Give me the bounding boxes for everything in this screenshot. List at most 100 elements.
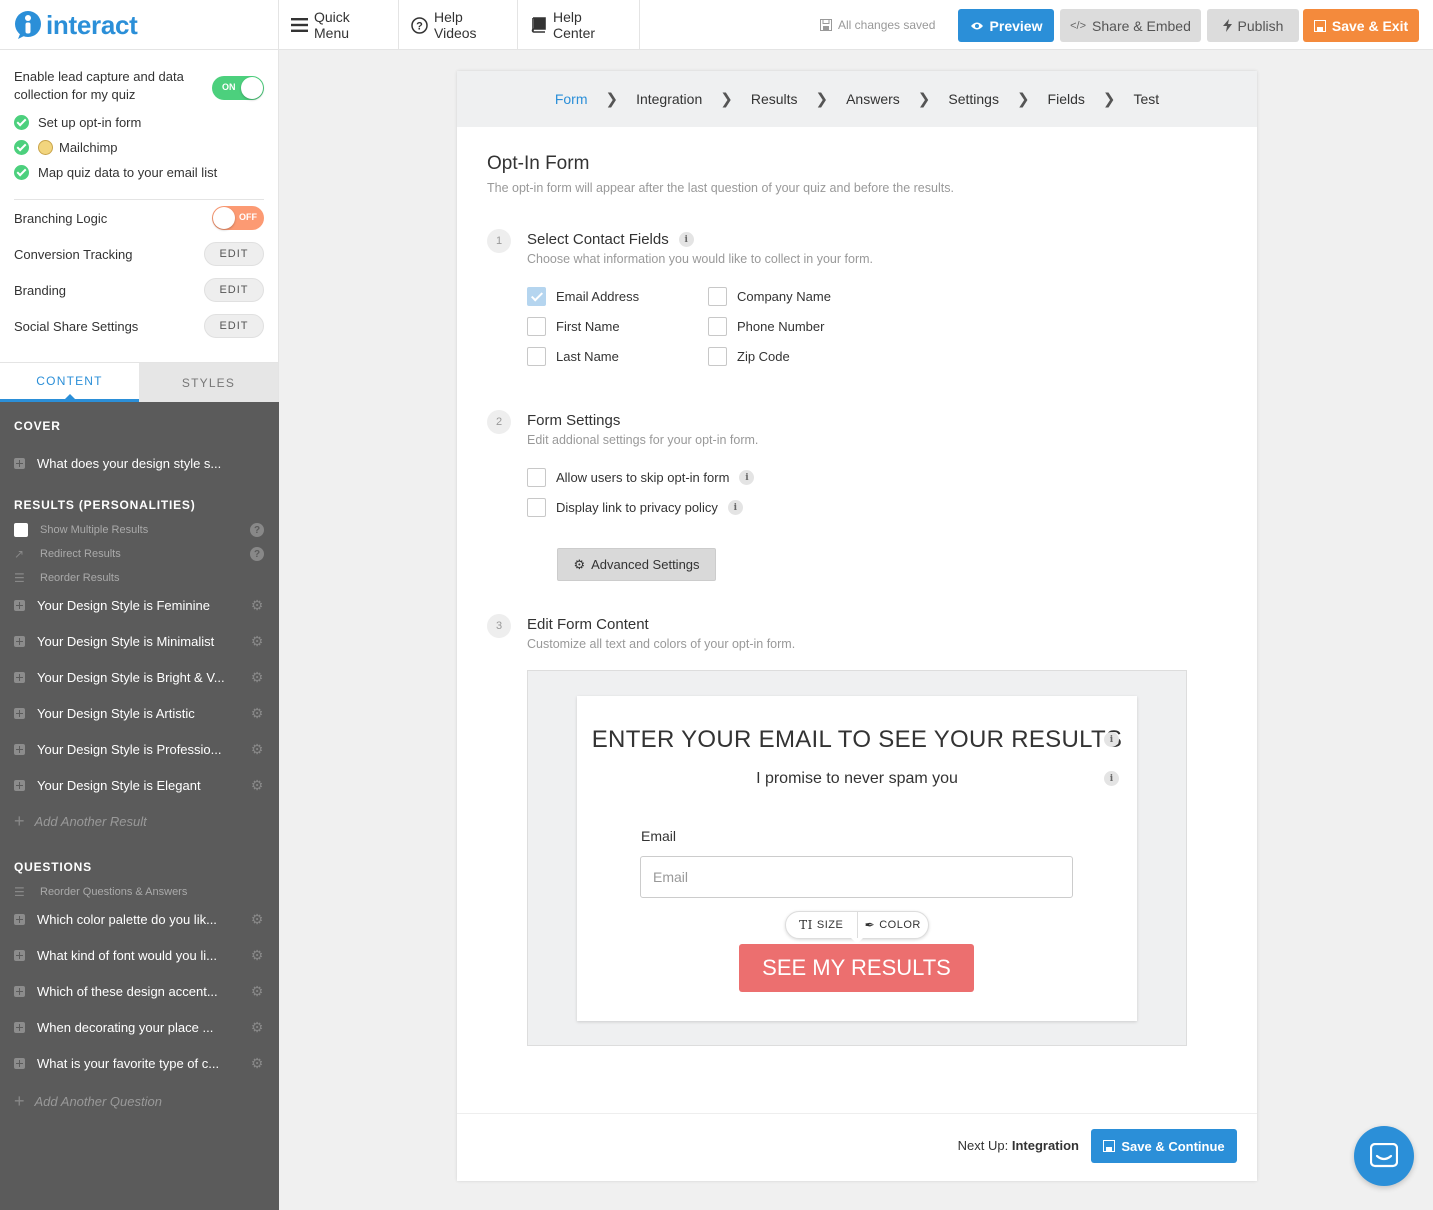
help-icon[interactable]: ? bbox=[250, 523, 264, 537]
save-status: All changes saved bbox=[820, 0, 935, 50]
checkbox-label: Allow users to skip opt-in form bbox=[556, 470, 730, 485]
conversion-tracking-row: Conversion Tracking EDIT bbox=[14, 236, 264, 272]
redirect-results-option[interactable]: ↗ Redirect Results ? bbox=[14, 542, 264, 566]
email-input[interactable] bbox=[640, 856, 1073, 898]
field-last-name-checkbox[interactable]: Last Name bbox=[527, 347, 619, 366]
publish-button[interactable]: Publish bbox=[1207, 9, 1299, 42]
quick-menu-button[interactable]: Quick Menu bbox=[279, 0, 399, 50]
lead-capture-toggle[interactable]: ON bbox=[212, 76, 264, 100]
interact-logo-icon bbox=[15, 11, 41, 39]
add-result-button[interactable]: + Add Another Result bbox=[14, 809, 147, 833]
field-email-checkbox[interactable]: Email Address bbox=[527, 287, 639, 306]
checklist-item[interactable]: Set up opt-in form bbox=[14, 110, 264, 135]
gear-icon[interactable]: ⚙ bbox=[250, 706, 264, 720]
gear-icon[interactable]: ⚙ bbox=[250, 778, 264, 792]
save-continue-button[interactable]: Save & Continue bbox=[1091, 1129, 1237, 1163]
step-test[interactable]: Test bbox=[1133, 91, 1159, 107]
social-share-edit-button[interactable]: EDIT bbox=[204, 314, 264, 338]
gear-icon[interactable]: ⚙ bbox=[250, 1020, 264, 1034]
optin-form-card: ENTER YOUR EMAIL TO SEE YOUR RESULTS i I… bbox=[577, 696, 1137, 1021]
checkbox-box[interactable] bbox=[527, 317, 546, 336]
checkbox-box[interactable] bbox=[527, 347, 546, 366]
step-settings[interactable]: Settings bbox=[948, 91, 999, 107]
outline-item-label: Your Design Style is Professio... bbox=[37, 741, 222, 757]
checkbox-box[interactable] bbox=[708, 287, 727, 306]
tab-styles[interactable]: STYLES bbox=[139, 363, 278, 402]
gear-icon[interactable]: ⚙ bbox=[250, 948, 264, 962]
show-multiple-results-option[interactable]: Show Multiple Results ? bbox=[14, 518, 264, 542]
gear-icon[interactable]: ⚙ bbox=[250, 742, 264, 756]
conversion-tracking-edit-button[interactable]: EDIT bbox=[204, 242, 264, 266]
expand-plus-icon bbox=[14, 1021, 25, 1033]
checkbox-box[interactable] bbox=[527, 468, 546, 487]
result-item[interactable]: Your Design Style is Artistic ⚙ bbox=[14, 695, 264, 731]
info-icon[interactable]: i bbox=[727, 500, 743, 515]
checklist-item[interactable]: Map quiz data to your email list bbox=[14, 160, 264, 185]
gear-icon[interactable]: ⚙ bbox=[250, 634, 264, 648]
question-item[interactable]: When decorating your place ... ⚙ bbox=[14, 1009, 264, 1045]
step-answers[interactable]: Answers bbox=[846, 91, 900, 107]
info-icon[interactable]: i bbox=[1104, 771, 1119, 786]
gear-icon[interactable]: ⚙ bbox=[250, 598, 264, 612]
option-label: Reorder Results bbox=[40, 572, 120, 584]
cover-item[interactable]: What does your design style s... bbox=[14, 445, 264, 481]
setting-label: Conversion Tracking bbox=[14, 246, 133, 262]
result-item[interactable]: Your Design Style is Elegant ⚙ bbox=[14, 767, 264, 803]
share-embed-button[interactable]: </> Share & Embed bbox=[1060, 9, 1201, 42]
optin-heading[interactable]: ENTER YOUR EMAIL TO SEE YOUR RESULTS bbox=[577, 726, 1137, 754]
question-item[interactable]: Which color palette do you lik... ⚙ bbox=[14, 901, 264, 937]
step-results[interactable]: Results bbox=[751, 91, 798, 107]
advanced-settings-button[interactable]: ⚙ Advanced Settings bbox=[557, 548, 716, 581]
step-form[interactable]: Form bbox=[555, 91, 588, 107]
email-label[interactable]: Email bbox=[641, 828, 676, 844]
step-fields[interactable]: Fields bbox=[1048, 91, 1085, 107]
privacy-link-checkbox[interactable]: Display link to privacy policy i bbox=[527, 498, 743, 517]
tab-content[interactable]: CONTENT bbox=[0, 363, 139, 402]
checkbox-box[interactable] bbox=[527, 287, 546, 306]
question-item[interactable]: Which of these design accent... ⚙ bbox=[14, 973, 264, 1009]
info-icon[interactable]: i bbox=[678, 232, 694, 247]
help-videos-button[interactable]: ? Help Videos bbox=[399, 0, 518, 50]
checklist-item[interactable]: Mailchimp bbox=[14, 135, 264, 160]
checkbox-box[interactable] bbox=[708, 347, 727, 366]
option-label: Redirect Results bbox=[40, 548, 121, 560]
preview-button[interactable]: Preview bbox=[958, 9, 1054, 42]
help-icon[interactable]: ? bbox=[250, 547, 264, 561]
help-center-button[interactable]: Help Center bbox=[518, 0, 640, 50]
book-icon bbox=[531, 17, 546, 33]
info-icon[interactable]: i bbox=[739, 470, 755, 485]
checkbox-label: First Name bbox=[556, 319, 620, 334]
field-phone-checkbox[interactable]: Phone Number bbox=[708, 317, 824, 336]
size-tool[interactable]: TI SIZE bbox=[786, 912, 857, 938]
result-item[interactable]: Your Design Style is Professio... ⚙ bbox=[14, 731, 264, 767]
step-integration[interactable]: Integration bbox=[636, 91, 702, 107]
step-navigation: Form ❯ Integration ❯ Results ❯ Answers ❯… bbox=[457, 71, 1257, 127]
add-question-button[interactable]: + Add Another Question bbox=[14, 1089, 162, 1113]
gear-icon[interactable]: ⚙ bbox=[250, 1056, 264, 1070]
checkbox-box[interactable] bbox=[708, 317, 727, 336]
result-item[interactable]: Your Design Style is Minimalist ⚙ bbox=[14, 623, 264, 659]
question-item[interactable]: What is your favorite type of c... ⚙ bbox=[14, 1045, 264, 1081]
checkbox-box[interactable] bbox=[527, 498, 546, 517]
save-exit-button[interactable]: Save & Exit bbox=[1303, 9, 1419, 42]
field-zip-checkbox[interactable]: Zip Code bbox=[708, 347, 790, 366]
result-item[interactable]: Your Design Style is Bright & V... ⚙ bbox=[14, 659, 264, 695]
logo[interactable]: interact bbox=[0, 0, 279, 50]
question-item[interactable]: What kind of font would you li... ⚙ bbox=[14, 937, 264, 973]
see-results-button[interactable]: SEE MY RESULTS bbox=[739, 944, 974, 992]
branching-logic-toggle[interactable]: OFF bbox=[212, 206, 264, 230]
result-item[interactable]: Your Design Style is Feminine ⚙ bbox=[14, 587, 264, 623]
field-company-checkbox[interactable]: Company Name bbox=[708, 287, 831, 306]
color-tool[interactable]: ✒ COLOR bbox=[856, 912, 929, 938]
gear-icon[interactable]: ⚙ bbox=[250, 984, 264, 998]
gear-icon[interactable]: ⚙ bbox=[250, 670, 264, 684]
info-icon[interactable]: i bbox=[1104, 732, 1119, 747]
checkbox[interactable] bbox=[14, 523, 28, 537]
gear-icon[interactable]: ⚙ bbox=[250, 912, 264, 926]
optin-subheading[interactable]: I promise to never spam you bbox=[577, 770, 1137, 788]
chat-launcher[interactable] bbox=[1354, 1126, 1414, 1186]
branding-edit-button[interactable]: EDIT bbox=[204, 278, 264, 302]
field-first-name-checkbox[interactable]: First Name bbox=[527, 317, 620, 336]
lead-capture-label: Enable lead capture and data collection … bbox=[14, 69, 184, 102]
skip-optin-checkbox[interactable]: Allow users to skip opt-in form i bbox=[527, 468, 755, 487]
